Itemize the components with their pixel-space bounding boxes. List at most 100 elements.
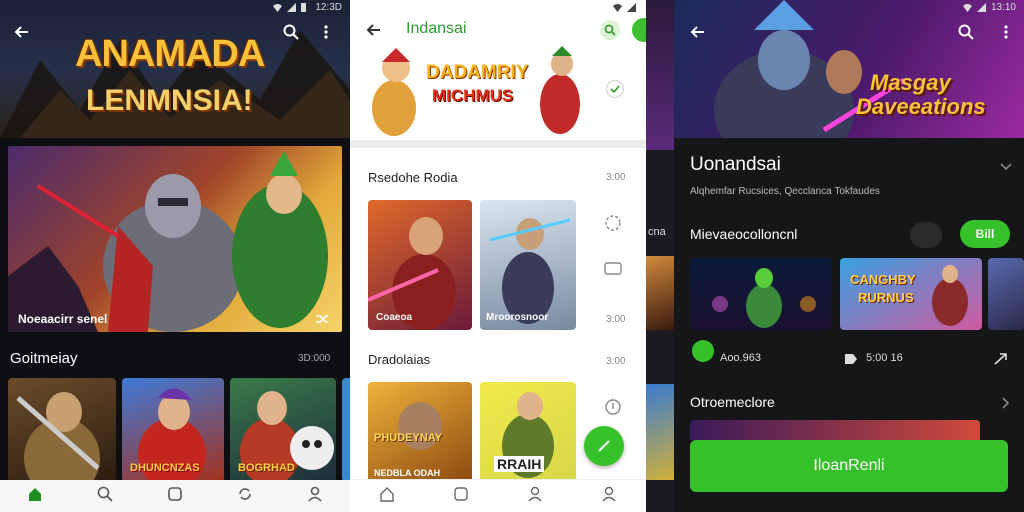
card-3-label-1: PHUDEYNAY: [374, 432, 443, 444]
status-bar-light: [613, 0, 636, 14]
toggle-track: [910, 222, 942, 248]
refresh-icon[interactable]: [237, 486, 253, 507]
library-icon[interactable]: [167, 486, 183, 507]
wifi-icon: [962, 3, 972, 12]
edit-icon: [598, 440, 610, 452]
search-icon[interactable]: [958, 24, 974, 40]
subtitle: Alqhemfar Rucsices, Qecclanca Tokfaudes: [690, 186, 880, 197]
strip-tile: [646, 256, 674, 330]
card-2-label: Mroorosnoor: [486, 312, 549, 323]
middle-strip: cna: [646, 0, 674, 512]
signal-icon: [627, 2, 636, 12]
wifi-icon: [273, 3, 283, 12]
avatar[interactable]: [632, 18, 646, 42]
cta-label: IloanRenli: [813, 457, 885, 474]
signal-icon: [976, 2, 986, 12]
search-icon[interactable]: [600, 20, 620, 40]
tile-4-label: BOGRHAD: [238, 462, 295, 474]
card-2-art: [489, 218, 571, 324]
profile-icon[interactable]: [527, 486, 543, 507]
section2-meta: 3:00: [606, 356, 626, 367]
game-tile-1[interactable]: [8, 378, 116, 482]
back-arrow-icon[interactable]: [14, 24, 30, 40]
game-card-4[interactable]: RRAIH: [480, 382, 576, 484]
section1-meta: 3:00: [606, 172, 626, 183]
detail-card-1[interactable]: [690, 258, 832, 330]
banner-title-line-2: Daveeations: [856, 94, 986, 119]
banner-title-line-1: Masgay: [870, 70, 951, 95]
strip-art: [646, 0, 674, 150]
home-icon[interactable]: [27, 486, 43, 507]
bottom-nav: [350, 479, 646, 512]
home-icon[interactable]: [379, 486, 395, 507]
green-dot-icon: [692, 340, 714, 362]
detail-card-2[interactable]: CANGHBY RURNUS: [840, 258, 982, 330]
section-meta: 3D:000: [298, 353, 331, 364]
game-tile-3[interactable]: BOGRHAD: [230, 378, 336, 482]
tile-1-art: [16, 392, 100, 482]
status-bar: 13:10: [962, 0, 1016, 14]
fab-edit-button[interactable]: [584, 426, 624, 466]
panel-dark-home: ANAMADA LENMNSIA! 12:3D Noeaacirr senel: [0, 0, 350, 512]
card-1-label: Coaeoa: [376, 312, 413, 323]
profile-icon[interactable]: [307, 486, 323, 507]
game-tile-4-partial: [342, 378, 350, 482]
banner-title-line-2: MICHMUS: [432, 86, 514, 105]
top-banner-art: ANAMADA LENMNSIA!: [0, 0, 350, 138]
back-arrow-icon[interactable]: [690, 24, 706, 40]
section1-title: Rsedohe Rodia: [368, 170, 458, 185]
app-title: Uonandsai: [690, 154, 781, 175]
section-title: Goitmeiay: [10, 350, 78, 367]
card-1-art: [368, 217, 456, 330]
signal-icon: [287, 2, 297, 12]
card-4-label: RRAIH: [494, 456, 545, 472]
more-vert-icon[interactable]: [318, 24, 334, 40]
game-card-3[interactable]: PHUDEYNAY NEDBLA ODAH: [368, 382, 472, 484]
banner-title-line-1: DADAMRIY: [426, 62, 529, 83]
chevron-right-icon[interactable]: [1002, 396, 1010, 414]
library-icon[interactable]: [453, 486, 469, 507]
game-card-1[interactable]: Coaeoa: [368, 200, 472, 330]
section2-title: Dradolaias: [368, 352, 431, 367]
like-icon[interactable]: [604, 214, 622, 237]
search-icon[interactable]: [283, 24, 299, 40]
status-bar: 12:3D: [273, 0, 342, 14]
toggle-label: Bill: [975, 227, 995, 241]
divider: [350, 140, 646, 148]
chevron-down-icon[interactable]: [1000, 158, 1012, 176]
side-meta: 3:00: [606, 314, 626, 325]
status-time: 12:3D: [315, 1, 342, 13]
detail-card-2-label-1: CANGHBY: [850, 272, 916, 287]
detail-card-2-label-2: RURNUS: [858, 290, 914, 305]
battery-icon: [301, 2, 310, 12]
game-tile-2[interactable]: DHUNCNZAS: [122, 378, 224, 482]
hero-art: [8, 151, 328, 332]
strip-tile-2: [646, 384, 674, 480]
tile-3-label: DHUNCNZAS: [130, 462, 200, 474]
check-icon[interactable]: [606, 80, 624, 98]
wifi-icon: [613, 3, 622, 12]
share-icon[interactable]: [994, 352, 1008, 370]
store-banner: DADAMRIY MICHMUS: [364, 46, 604, 138]
app-title: Indansai: [406, 20, 467, 37]
detail-card-1-art: [712, 268, 816, 328]
info-icon[interactable]: [604, 398, 622, 421]
banner-title-line-1: ANAMADA: [75, 33, 265, 75]
bottom-nav: [0, 480, 350, 512]
banner-title-line-2: LENMNSIA!: [86, 84, 253, 117]
more-vert-icon[interactable]: [998, 24, 1014, 40]
back-arrow-icon[interactable]: [366, 22, 382, 38]
detail-banner: Masgay Daveeations: [674, 0, 1024, 138]
hero-card[interactable]: Noeaacirr senel: [8, 146, 342, 332]
search-nav-icon[interactable]: [97, 486, 113, 507]
game-card-2[interactable]: Mroorosnoor: [480, 200, 576, 330]
panel-light-store: Indansai DADAMRIY MICHMUS Rsedohe Rodia …: [350, 0, 646, 512]
toggle-button[interactable]: Bill: [960, 220, 1010, 248]
peek-strip: [690, 420, 980, 440]
account-icon[interactable]: [601, 486, 617, 507]
shuffle-icon: [315, 312, 329, 330]
detail-card-3-partial: [988, 258, 1024, 330]
cta-button[interactable]: IloanRenli: [690, 440, 1008, 492]
section1-title: Mievaeocolloncnl: [690, 226, 798, 242]
chat-icon[interactable]: [604, 262, 622, 281]
